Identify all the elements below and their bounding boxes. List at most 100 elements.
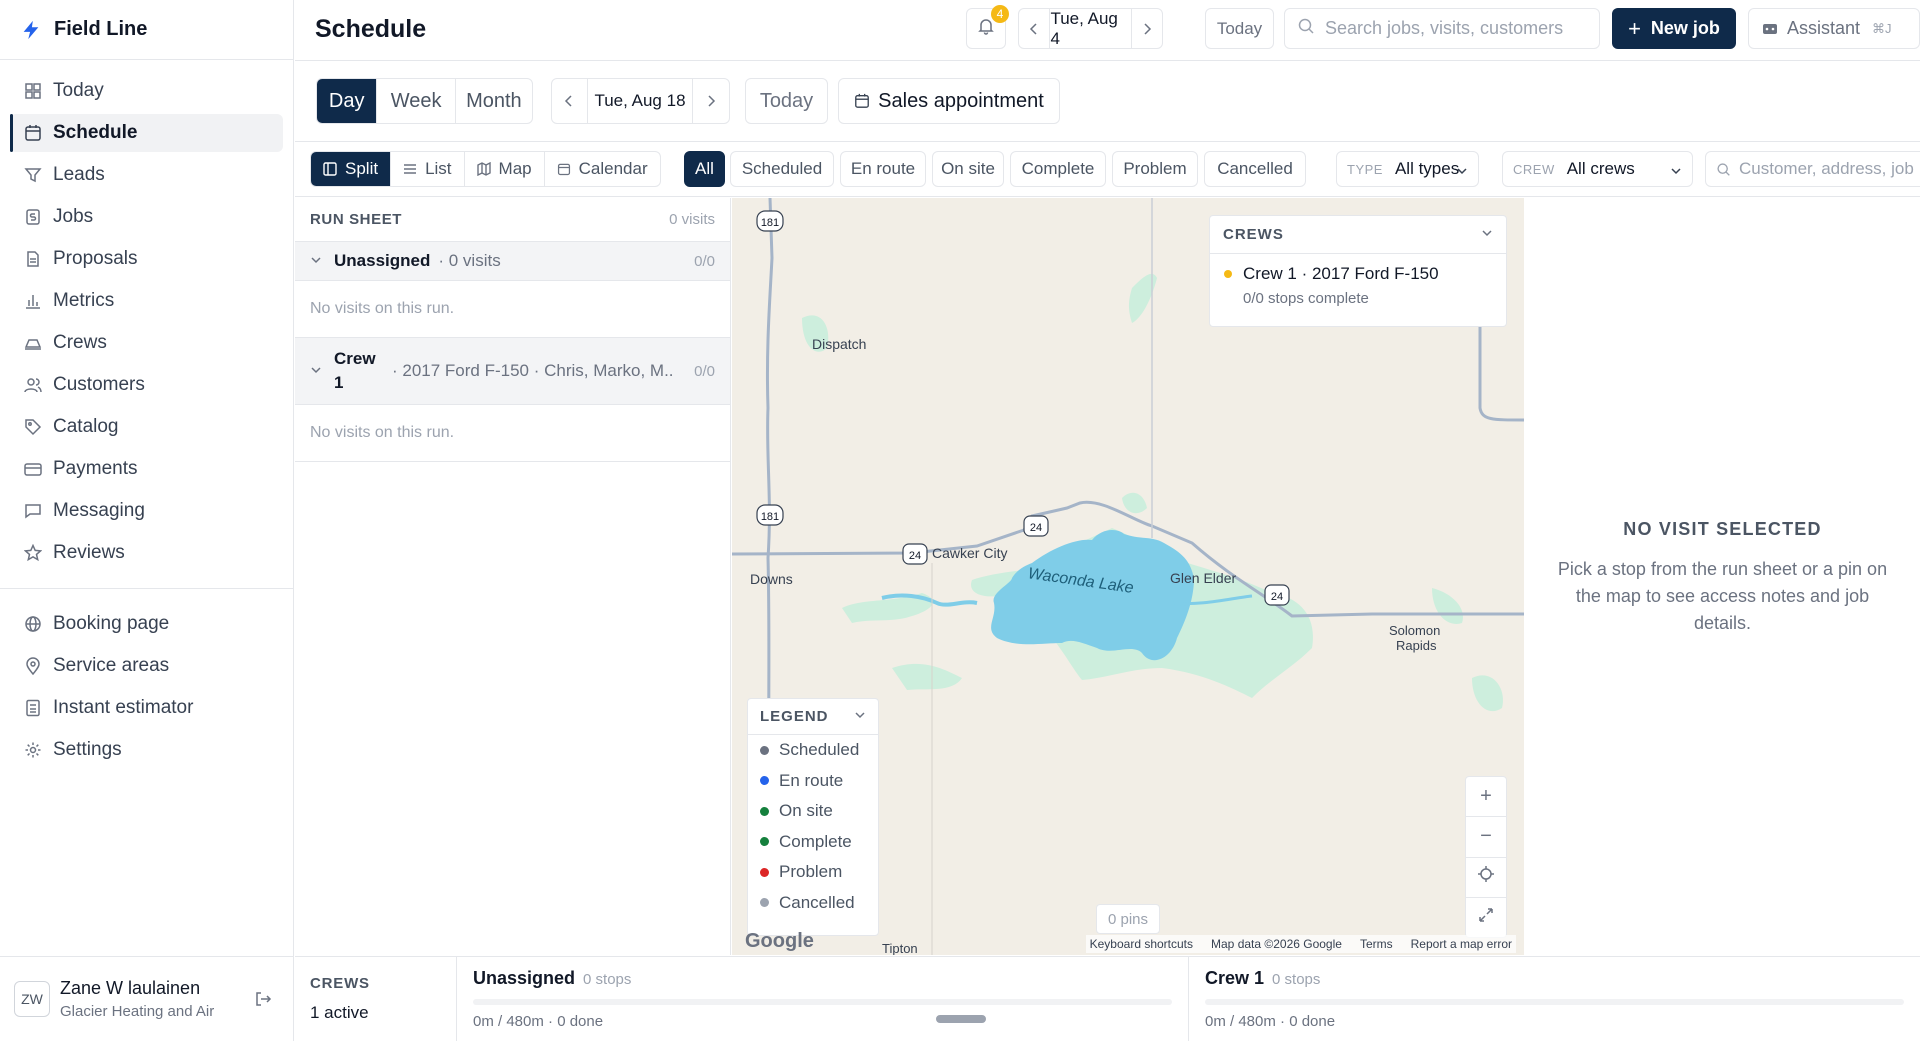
sidebar-item-proposals[interactable]: Proposals [10, 240, 283, 278]
status-all-chip[interactable]: All [684, 151, 725, 187]
crew-progress-info: 0m / 480m · 0 done [1205, 1013, 1336, 1030]
sidebar-item-customers[interactable]: Customers [10, 366, 283, 404]
run-group-crew-1[interactable]: Crew 1 · 2017 Ford F-150 · Chris, Marko,… [295, 338, 730, 405]
notification-badge: 4 [991, 5, 1009, 23]
park-area [1128, 273, 1157, 323]
schedule-today-button[interactable]: Today [745, 78, 828, 124]
zoom-in-button[interactable]: + [1466, 777, 1506, 818]
crew-progress-name: Unassigned [473, 968, 576, 988]
park-area [1472, 675, 1503, 712]
appointment-type-button[interactable]: Sales appointment [838, 78, 1060, 124]
crew-progress-crew-1[interactable]: Crew 1 0 stops 0m / 480m · 0 done [1188, 957, 1920, 1041]
status-en-route-chip[interactable]: En route [840, 151, 926, 187]
range-month-button[interactable]: Month [456, 79, 532, 123]
schedule-date-nav: Tue, Aug 18 [551, 78, 730, 124]
sidebar-item-leads[interactable]: Leads [10, 156, 283, 194]
legend-header[interactable]: LEGEND [748, 699, 878, 735]
view-calendar-button[interactable]: Calendar [545, 152, 660, 186]
chevron-left-icon[interactable] [1019, 9, 1051, 48]
legend-label: Cancelled [779, 892, 855, 912]
sidebar-item-today[interactable]: Today [10, 72, 283, 110]
status-on-site-chip[interactable]: On site [932, 151, 1004, 187]
range-week-button[interactable]: Week [377, 79, 456, 123]
run-group-count: 0/0 [694, 252, 715, 270]
truck-icon [24, 334, 42, 352]
zoom-out-button[interactable]: − [1466, 817, 1506, 858]
svg-text:24: 24 [1030, 522, 1042, 534]
map-icon [476, 162, 491, 176]
lake-water [991, 530, 1194, 661]
legend-title: LEGEND [760, 708, 829, 725]
crews-card-header[interactable]: CREWS [1210, 216, 1506, 254]
schedule-toolbar: Day Week Month Tue, Aug 18 Today Sales a… [295, 62, 1920, 142]
sidebar-item-label: Leads [53, 164, 105, 185]
crew-row[interactable]: Crew 1 · 2017 Ford F-150 0/0 stops compl… [1210, 254, 1506, 307]
new-job-button[interactable]: + New job [1612, 8, 1736, 49]
sidebar-item-messaging[interactable]: Messaging [10, 492, 283, 530]
status-scheduled-chip[interactable]: Scheduled [730, 151, 834, 187]
chevron-right-icon[interactable] [693, 79, 729, 123]
sidebar-item-label: Catalog [53, 416, 119, 437]
header-date[interactable]: Tue, Aug 4 [1050, 9, 1130, 49]
sidebar-item-service-areas[interactable]: Service areas [10, 647, 283, 685]
run-group-unassigned[interactable]: Unassigned · 0 visits 0/0 [295, 242, 730, 281]
crew-name: Crew 1 · 2017 Ford F-150 [1243, 264, 1439, 283]
park-area [1432, 588, 1463, 624]
map-view[interactable]: 181 181 24 24 24 Dispatch Cawker City Do… [732, 198, 1524, 955]
run-sheet-count: 0 visits [669, 211, 715, 228]
logout-icon[interactable] [254, 990, 272, 1013]
sidebar-item-catalog[interactable]: Catalog [10, 408, 283, 446]
fullscreen-button[interactable] [1466, 898, 1506, 937]
sidebar-item-payments[interactable]: Payments [10, 450, 283, 488]
chevron-right-icon[interactable] [1130, 9, 1162, 48]
view-map-button[interactable]: Map [465, 152, 545, 186]
sidebar-item-settings[interactable]: Settings [10, 731, 283, 769]
locate-button[interactable] [1466, 858, 1506, 898]
crew-progress-unassigned[interactable]: Unassigned 0 stops 0m / 480m · 0 done [456, 957, 1188, 1041]
schedule-date[interactable]: Tue, Aug 18 [588, 79, 694, 123]
header-today-button[interactable]: Today [1205, 8, 1274, 49]
svg-text:24: 24 [909, 550, 921, 562]
sidebar-item-instant-estimator[interactable]: Instant estimator [10, 689, 283, 727]
run-sheet-title: RUN SHEET [310, 211, 403, 228]
assistant-button[interactable]: Assistant ⌘J [1748, 8, 1920, 49]
place-label-cawker-city: Cawker City [932, 545, 1007, 561]
status-cancelled-chip[interactable]: Cancelled [1204, 151, 1306, 187]
status-problem-chip[interactable]: Problem [1112, 151, 1198, 187]
sidebar-item-jobs[interactable]: Jobs [10, 198, 283, 236]
sidebar-item-schedule[interactable]: Schedule [10, 114, 283, 152]
brand[interactable]: Field Line [0, 0, 293, 60]
chevron-left-icon[interactable] [552, 79, 588, 123]
crew-status: 0/0 stops complete [1243, 290, 1369, 307]
crews-bar: CREWS 1 active Unassigned 0 stops 0m / 48… [295, 956, 1920, 1041]
view-split-button[interactable]: Split [311, 152, 392, 186]
status-complete-chip[interactable]: Complete [1010, 151, 1106, 187]
run-group-sub: · 0 visits [438, 251, 501, 270]
resize-handle[interactable] [936, 1015, 986, 1023]
terms-link[interactable]: Terms [1360, 937, 1393, 951]
range-day-button[interactable]: Day [317, 79, 378, 123]
keyboard-shortcuts-link[interactable]: Keyboard shortcuts [1090, 937, 1193, 951]
park-area [892, 663, 962, 690]
visit-search-input[interactable]: Customer, address, job [1705, 151, 1920, 187]
sidebar-item-booking-page[interactable]: Booking page [10, 605, 283, 643]
view-list-button[interactable]: List [391, 152, 465, 186]
map-attribution: Keyboard shortcuts Map data ©2026 Google… [1085, 935, 1516, 953]
sidebar-item-crews[interactable]: Crews [10, 324, 283, 362]
filter-bar: Split List Map Calendar All Scheduled En… [295, 143, 1920, 197]
run-sheet-header: RUN SHEET 0 visits [295, 198, 730, 242]
notifications-button[interactable]: 4 [966, 5, 1009, 49]
sidebar-item-reviews[interactable]: Reviews [10, 534, 283, 572]
visit-detail-panel: NO VISIT SELECTED Pick a stop from the r… [1525, 198, 1920, 955]
sidebar-item-label: Customers [53, 374, 145, 395]
crew-color-dot [1224, 270, 1232, 278]
sidebar-item-metrics[interactable]: Metrics [10, 282, 283, 320]
global-search-input[interactable]: Search jobs, visits, customers [1284, 8, 1600, 49]
user-profile[interactable]: ZW Zane W laulainen Glacier Heating and … [0, 956, 294, 1041]
top-bar: Schedule 4 Tue, Aug 4 Today Search jobs,… [295, 0, 1920, 61]
type-filter-select[interactable]: TYPE All types [1336, 151, 1479, 187]
chevron-down-icon [310, 251, 322, 271]
crosshair-icon [1477, 865, 1495, 889]
report-error-link[interactable]: Report a map error [1411, 937, 1512, 951]
crew-filter-select[interactable]: CREW All crews [1502, 151, 1693, 187]
